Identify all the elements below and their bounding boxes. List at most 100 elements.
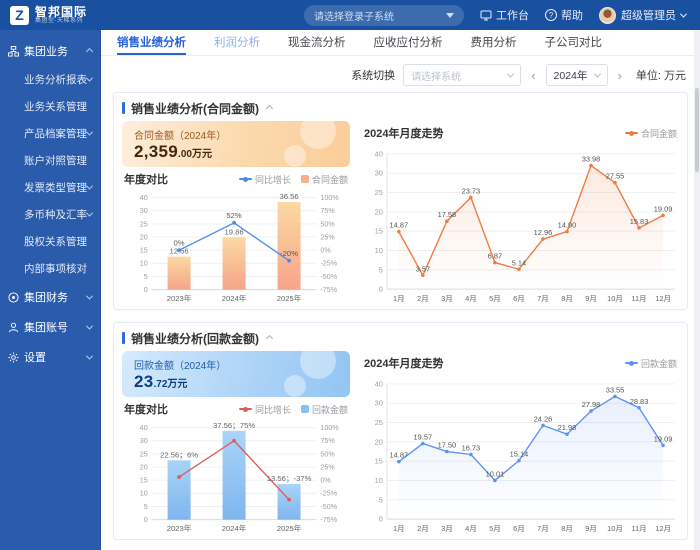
help-button[interactable]: ? 帮助 <box>545 7 583 23</box>
svg-text:20: 20 <box>375 437 383 446</box>
sidebar-subitem[interactable]: 产品档案管理 <box>0 120 100 147</box>
logo: Z 智邦国际 集团型·天梯系列 <box>10 4 88 25</box>
svg-text:1月: 1月 <box>393 524 405 533</box>
svg-text:2025年: 2025年 <box>277 523 302 533</box>
svg-text:10: 10 <box>140 489 148 498</box>
panel-title: 销售业绩分析(回款金额) <box>131 331 259 346</box>
decorative-circle <box>284 375 306 397</box>
scrollbar-thumb[interactable] <box>695 88 699 172</box>
tab-2[interactable]: 现金流分析 <box>288 30 346 55</box>
svg-text:15.14: 15.14 <box>510 450 529 459</box>
year-select[interactable]: 2024年 <box>545 64 608 86</box>
tab-0[interactable]: 销售业绩分析 <box>117 30 186 55</box>
svg-text:-20%: -20% <box>280 249 298 258</box>
sidebar: 集团业务 业务分析报表 业务关系管理 产品档案管理 账户对照管理 发票类型管理 多币种及汇率… <box>0 30 100 550</box>
stat-card-payment: 回款金额（2024年） 23.72万元 <box>122 351 350 397</box>
svg-text:4月: 4月 <box>465 524 477 533</box>
legend-item[interactable]: 合同金额 <box>300 173 348 186</box>
chart-title: 年度对比 <box>124 174 168 186</box>
accent-bar <box>122 332 125 344</box>
sidebar-item-group-business[interactable]: 集团业务 <box>0 36 100 66</box>
svg-text:100%: 100% <box>320 423 339 432</box>
svg-text:0: 0 <box>379 285 383 294</box>
svg-text:5: 5 <box>144 272 148 281</box>
svg-text:4月: 4月 <box>465 294 477 303</box>
help-icon: ? <box>545 9 557 21</box>
svg-text:10月: 10月 <box>607 294 623 303</box>
svg-text:25%: 25% <box>320 462 335 471</box>
stat-card-contract: 合同金额（2024年） 2,359.00万元 <box>122 121 350 167</box>
svg-text:0: 0 <box>379 515 383 524</box>
logo-subtitle: 集团型·天梯系列 <box>35 17 83 24</box>
filter-bar: 系统切换 请选择系统 ‹ 2024年 › 单位: 万元 <box>101 56 700 92</box>
svg-text:27.55: 27.55 <box>606 172 625 181</box>
legend-item[interactable]: 同比增长 <box>238 173 291 186</box>
svg-text:5月: 5月 <box>489 294 501 303</box>
sidebar-item-group-account[interactable]: 集团账号 <box>0 312 100 342</box>
svg-text:2024年: 2024年 <box>222 523 247 533</box>
svg-text:30: 30 <box>140 436 148 445</box>
svg-text:5: 5 <box>379 265 383 274</box>
chart-contract-yearly[interactable]: 40 100% 30 75% 25 50% 20 25% 15 0% 10 -25% 5 -50% 0 -75… <box>122 188 350 305</box>
sidebar-subitem[interactable]: 内部事项核对 <box>0 255 100 282</box>
prev-year-button[interactable]: ‹ <box>529 68 537 83</box>
legend-item[interactable]: 同比增长 <box>238 403 291 416</box>
legend-item[interactable]: 回款金额 <box>300 403 348 416</box>
sidebar-subitem[interactable]: 发票类型管理 <box>0 174 100 201</box>
chart-payment-yearly[interactable]: 40 100% 30 75% 25 50% 20 25% 15 0% 10 -25% 5 -50% 0 -75… <box>122 418 350 535</box>
svg-text:36.56: 36.56 <box>279 192 298 201</box>
logo-icon: Z <box>10 5 29 25</box>
user-menu[interactable]: 超级管理员 <box>599 6 688 24</box>
tab-5[interactable]: 子公司对比 <box>545 30 603 55</box>
chevron-down-icon <box>85 352 94 360</box>
finance-icon <box>8 291 19 303</box>
main-content: 销售业绩分析 利润分析 现金流分析 应收应付分析 费用分析 子公司对比 系统切换 请选择系… <box>100 30 700 550</box>
sidebar-subitem[interactable]: 股权关系管理 <box>0 228 100 255</box>
svg-text:25: 25 <box>140 449 148 458</box>
chart-payment-monthly[interactable]: 40 30 25 20 15 10 5 0 14.87 1月 19.57 2月 17.50 3月 16.73… <box>362 372 686 535</box>
legend-item[interactable]: 回款金额 <box>624 357 677 370</box>
svg-text:40: 40 <box>140 423 148 432</box>
svg-text:27.98: 27.98 <box>582 400 601 409</box>
user-icon <box>8 322 19 332</box>
svg-text:14.87: 14.87 <box>390 451 409 460</box>
sidebar-subitem[interactable]: 业务分析报表 <box>0 66 100 93</box>
svg-text:5月: 5月 <box>489 524 501 533</box>
tab-1[interactable]: 利润分析 <box>214 30 260 55</box>
sidebar-item-group-finance[interactable]: 集团财务 <box>0 282 100 312</box>
subsystem-placeholder: 请选择登录子系统 <box>314 11 394 23</box>
subsystem-select[interactable]: 请选择登录子系统 <box>304 4 464 26</box>
collapse-icon[interactable] <box>265 104 274 112</box>
legend-item[interactable]: 合同金额 <box>624 127 677 140</box>
chart-title: 2024年月度走势 <box>364 358 444 370</box>
svg-text:5: 5 <box>379 495 383 504</box>
chevron-down-icon <box>85 182 94 190</box>
chart-contract-monthly[interactable]: 40 30 25 20 15 10 5 0 14.87 1月 3.57 2月 17.58 3月 23.73 4… <box>362 142 686 305</box>
sidebar-subitem[interactable]: 业务关系管理 <box>0 93 100 120</box>
svg-text:-25%: -25% <box>320 259 337 268</box>
decorative-circle <box>284 145 306 167</box>
app-header: Z 智邦国际 集团型·天梯系列 请选择登录子系统 工作台 ? 帮助 超级管理员 <box>0 0 700 30</box>
next-year-button[interactable]: › <box>616 68 624 83</box>
unit-label: 单位: 万元 <box>635 70 686 82</box>
sidebar-item-settings[interactable]: 设置 <box>0 342 100 372</box>
svg-text:10: 10 <box>140 259 148 268</box>
svg-text:5: 5 <box>144 502 148 511</box>
sidebar-subitem[interactable]: 账户对照管理 <box>0 147 100 174</box>
tab-4[interactable]: 费用分析 <box>471 30 517 55</box>
svg-text:-50%: -50% <box>320 272 337 281</box>
scrollbar[interactable] <box>694 30 700 550</box>
svg-text:2023年: 2023年 <box>167 523 192 533</box>
svg-text:-50%: -50% <box>320 502 337 511</box>
svg-text:10: 10 <box>375 246 383 255</box>
workbench-button[interactable]: 工作台 <box>480 7 529 23</box>
monitor-icon <box>480 10 492 20</box>
svg-text:0%: 0% <box>174 238 185 247</box>
tab-3[interactable]: 应收应付分析 <box>374 30 443 55</box>
system-select[interactable]: 请选择系统 <box>403 64 522 86</box>
sidebar-subitem[interactable]: 多币种及汇率 <box>0 201 100 228</box>
svg-text:10: 10 <box>375 476 383 485</box>
logo-title: 智邦国际 <box>35 4 88 19</box>
workbench-label: 工作台 <box>496 10 529 22</box>
collapse-icon[interactable] <box>265 334 274 342</box>
